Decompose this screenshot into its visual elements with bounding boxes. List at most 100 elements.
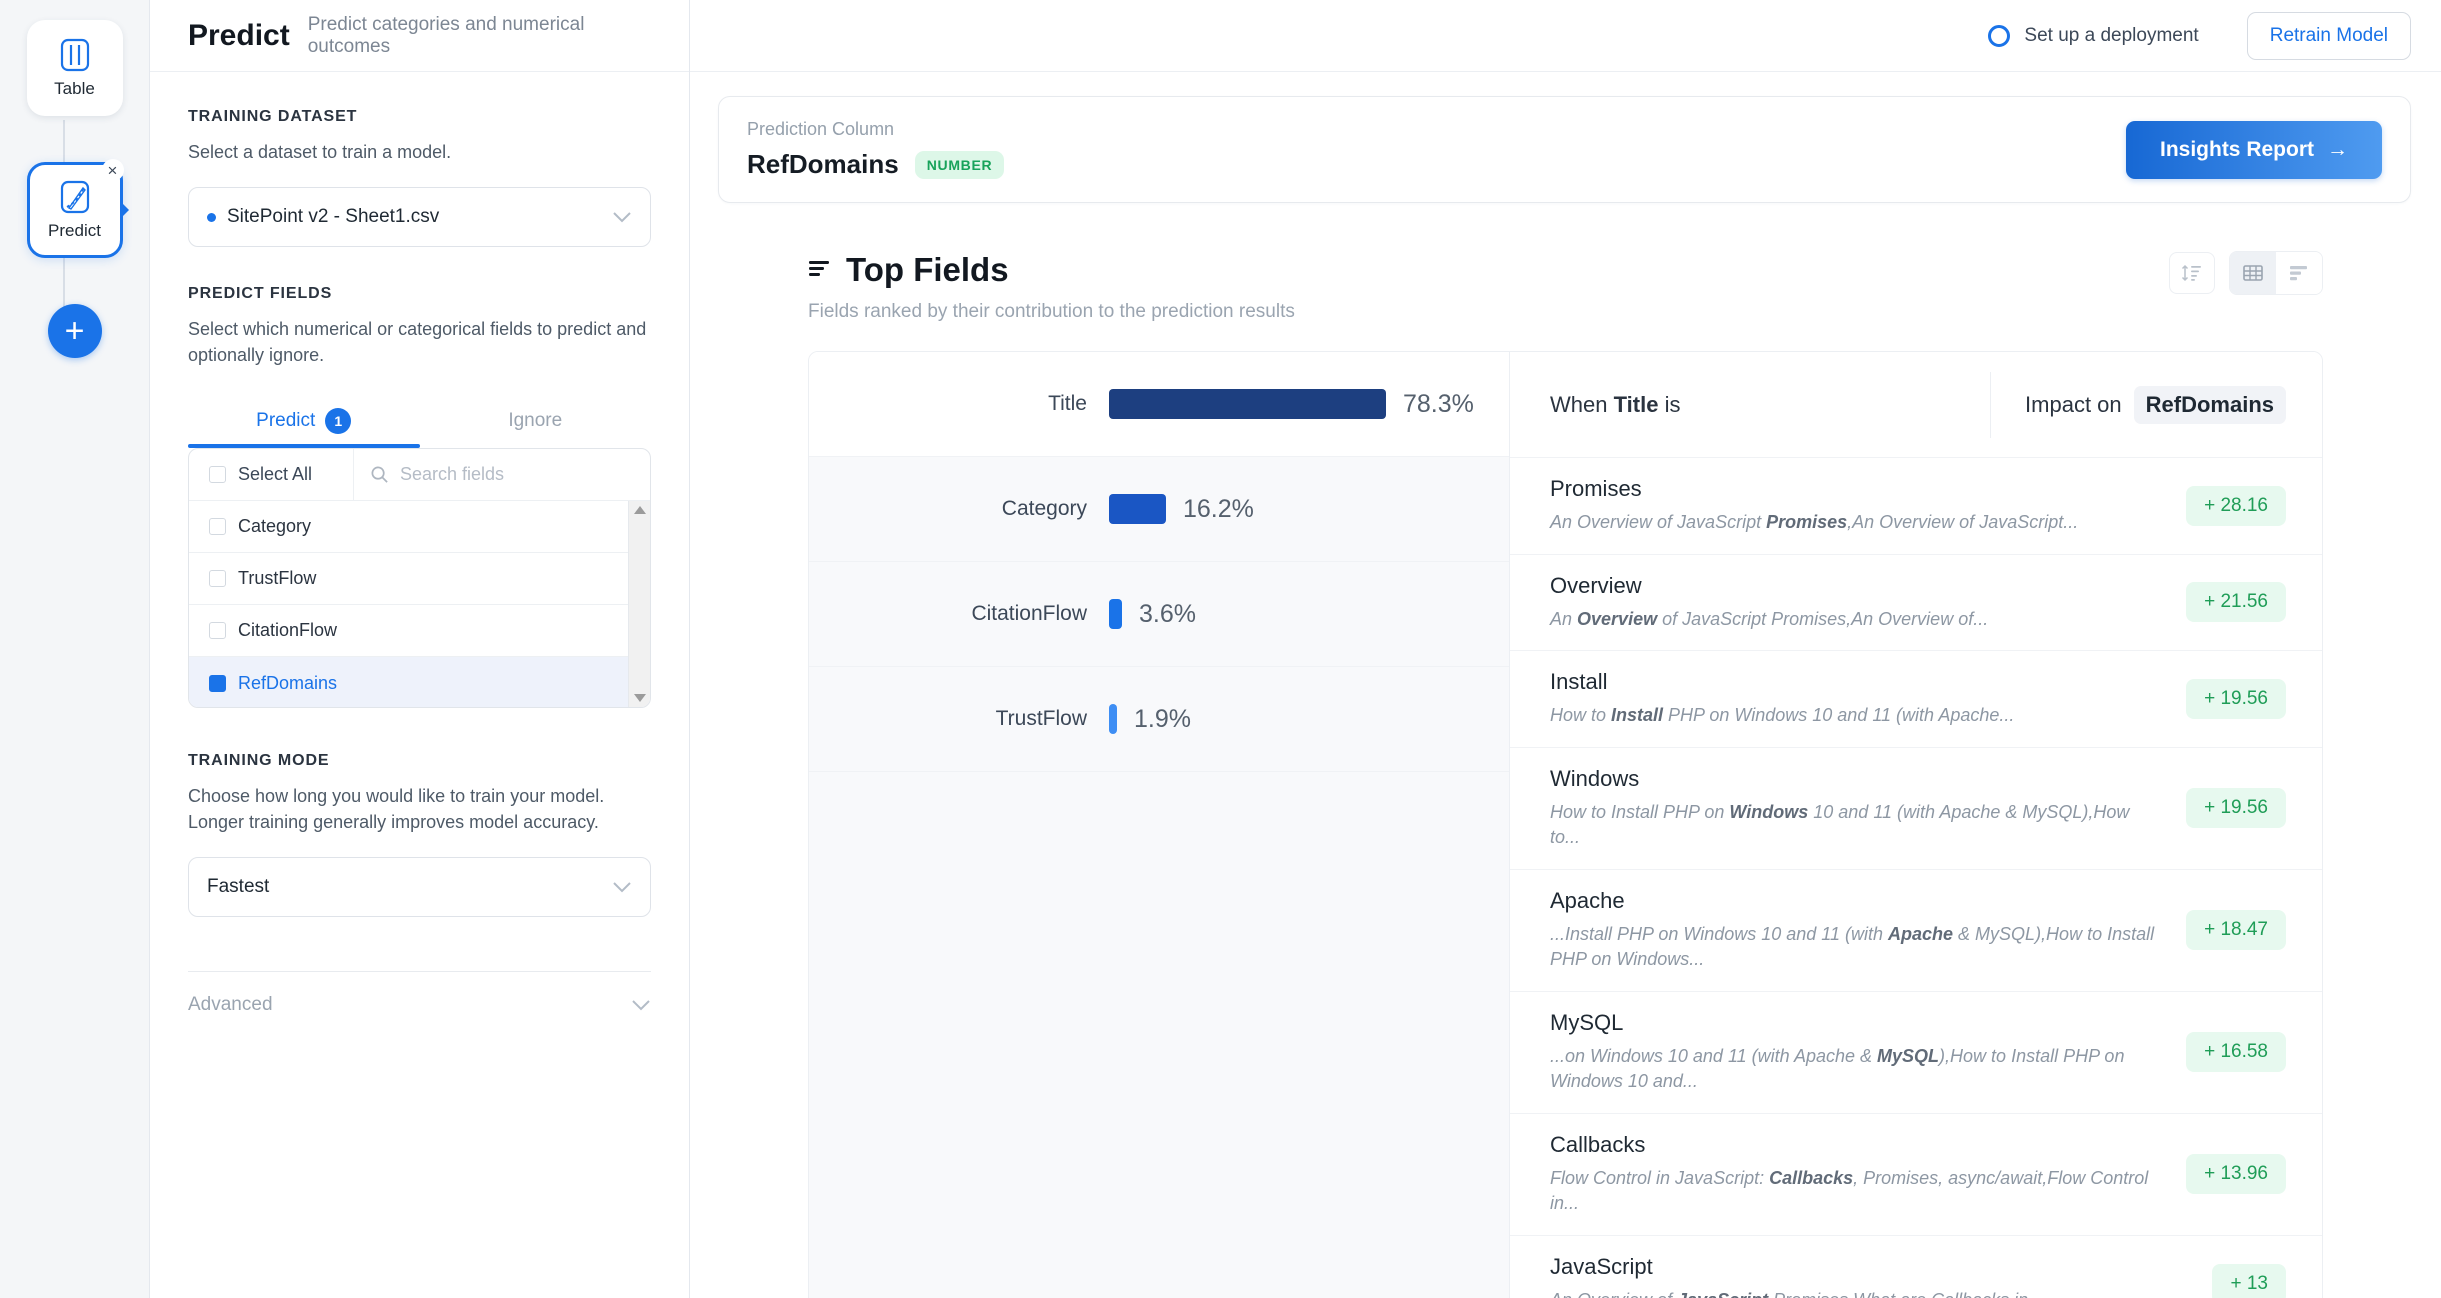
field-row-category[interactable]: Category <box>189 501 650 553</box>
bar-row[interactable]: Category 16.2% <box>809 457 1509 562</box>
scroll-down-icon[interactable] <box>634 694 646 702</box>
insight-snippet: How to Install PHP on Windows 10 and 11 … <box>1550 800 2160 851</box>
bar-label: TrustFlow <box>809 707 1109 731</box>
insight-impact: + 19.56 <box>2186 679 2286 719</box>
impact-field-chip: RefDomains <box>2134 386 2286 424</box>
insight-impact: + 19.56 <box>2186 788 2286 828</box>
prediction-column-name: RefDomains <box>747 149 899 180</box>
bar-row[interactable]: Title 78.3% <box>809 352 1509 457</box>
field-row-refdomains[interactable]: RefDomains <box>189 657 650 707</box>
when-prefix: When <box>1550 392 1607 417</box>
bar-row[interactable]: CitationFlow 3.6% <box>809 562 1509 667</box>
setup-deployment-button[interactable]: Set up a deployment <box>1988 25 2198 47</box>
fields-card-header: Select All <box>189 449 650 501</box>
fields-list-scrollbar[interactable] <box>628 501 650 707</box>
bar-label: Title <box>809 392 1109 416</box>
ranked-list-icon <box>808 259 832 281</box>
circle-icon <box>1988 25 2010 47</box>
insight-snippet: How to Install PHP on Windows 10 and 11 … <box>1550 703 2014 729</box>
training-mode-value: Fastest <box>207 876 269 898</box>
close-icon[interactable]: × <box>102 159 124 181</box>
select-all-label: Select All <box>238 464 312 485</box>
insight-term: Callbacks <box>1550 1132 2160 1158</box>
bar-track: 78.3% <box>1109 389 1485 419</box>
main-toolbar: Set up a deployment Retrain Model <box>690 0 2441 72</box>
fields-list[interactable]: Category TrustFlow CitationFlow RefDomai… <box>189 501 650 707</box>
list-item[interactable]: Callbacks Flow Control in JavaScript: Ca… <box>1510 1113 2322 1235</box>
insight-content: MySQL ...on Windows 10 and 11 (with Apac… <box>1550 1010 2160 1095</box>
insight-term: JavaScript <box>1550 1254 2043 1280</box>
list-item[interactable]: Promises An Overview of JavaScript Promi… <box>1510 457 2322 554</box>
field-label: TrustFlow <box>238 568 316 589</box>
when-field: Title <box>1614 392 1659 417</box>
scroll-up-icon[interactable] <box>634 506 646 514</box>
advanced-section-toggle[interactable]: Advanced <box>188 971 651 1016</box>
insight-content: Windows How to Install PHP on Windows 10… <box>1550 766 2160 851</box>
insight-content: JavaScript An Overview of JavaScript Pro… <box>1550 1254 2043 1298</box>
insight-content: Apache ...Install PHP on Windows 10 and … <box>1550 888 2160 973</box>
checkbox-icon <box>209 570 226 587</box>
field-row-trustflow[interactable]: TrustFlow <box>189 553 650 605</box>
sort-icon[interactable] <box>2169 252 2215 294</box>
advanced-label: Advanced <box>188 994 273 1016</box>
insight-impact: + 13 <box>2212 1264 2286 1298</box>
add-step-button[interactable]: + <box>48 304 102 358</box>
bar-fill <box>1109 704 1117 734</box>
search-fields-wrap <box>354 449 650 500</box>
insight-content: Overview An Overview of JavaScript Promi… <box>1550 573 1988 633</box>
insights-list: When Title is Impact on RefDomains <box>1509 352 2322 1298</box>
predict-fields-heading: PREDICT FIELDS <box>188 285 651 303</box>
bar-label: Category <box>809 497 1109 521</box>
bar-row[interactable]: TrustFlow 1.9% <box>809 667 1509 772</box>
retrain-model-button[interactable]: Retrain Model <box>2247 12 2411 60</box>
chevron-down-icon <box>612 881 632 893</box>
list-item[interactable]: Overview An Overview of JavaScript Promi… <box>1510 554 2322 651</box>
select-all-checkbox[interactable]: Select All <box>189 449 354 500</box>
top-fields-header: Top Fields Fields ranked by their contri… <box>808 251 2323 323</box>
rail-item-table[interactable]: Table <box>27 20 123 116</box>
list-item[interactable]: Windows How to Install PHP on Windows 10… <box>1510 747 2322 869</box>
main-content: Top Fields Fields ranked by their contri… <box>690 203 2441 1298</box>
insight-term: Apache <box>1550 888 2160 914</box>
table-icon <box>59 38 91 72</box>
tab-predict-label: Predict <box>256 410 315 432</box>
tab-ignore[interactable]: Ignore <box>420 396 652 448</box>
impact-prefix: Impact on <box>2025 392 2122 418</box>
bar-fill <box>1109 599 1122 629</box>
list-item[interactable]: JavaScript An Overview of JavaScript Pro… <box>1510 1235 2322 1298</box>
predict-fields-tabs: Predict 1 Ignore <box>188 396 651 448</box>
search-icon <box>370 465 389 484</box>
list-item[interactable]: Apache ...Install PHP on Windows 10 and … <box>1510 869 2322 991</box>
insight-snippet: An Overview of JavaScript Promises,An Ov… <box>1550 607 1988 633</box>
search-fields-input[interactable] <box>400 464 650 485</box>
rail-item-predict[interactable]: × Predict <box>27 162 123 258</box>
view-mode-group <box>2229 251 2323 295</box>
training-mode-select[interactable]: Fastest <box>188 857 651 917</box>
insights-report-button[interactable]: Insights Report → <box>2126 121 2382 179</box>
tab-predict[interactable]: Predict 1 <box>188 396 420 448</box>
status-badge: NUMBER <box>915 151 1005 179</box>
training-dataset-description: Select a dataset to train a model. <box>188 139 651 165</box>
bar-value: 16.2% <box>1183 495 1254 524</box>
insights-when-header: When Title is <box>1550 392 1680 418</box>
app-root: Table × Predict + Predict Predict catego… <box>0 0 2441 1298</box>
top-fields-title-block: Top Fields Fields ranked by their contri… <box>808 251 1295 323</box>
insight-snippet: ...on Windows 10 and 11 (with Apache & M… <box>1550 1044 2160 1095</box>
list-item[interactable]: Install How to Install PHP on Windows 10… <box>1510 650 2322 747</box>
tab-ignore-label: Ignore <box>508 410 562 432</box>
insights-report-label: Insights Report <box>2160 138 2314 162</box>
prediction-column-name-row: RefDomains NUMBER <box>747 149 1004 180</box>
training-mode-description: Choose how long you would like to train … <box>188 783 651 835</box>
arrow-right-icon: → <box>2327 138 2348 162</box>
field-label: CitationFlow <box>238 620 337 641</box>
dataset-select[interactable]: SitePoint v2 - Sheet1.csv <box>188 187 651 247</box>
table-view-icon[interactable] <box>2230 252 2276 294</box>
setup-deployment-label: Set up a deployment <box>2024 25 2198 47</box>
bar-track: 3.6% <box>1109 599 1485 629</box>
field-row-citationflow[interactable]: CitationFlow <box>189 605 650 657</box>
bar-fill <box>1109 494 1166 524</box>
bar-track: 1.9% <box>1109 704 1485 734</box>
bar-view-icon[interactable] <box>2276 252 2322 294</box>
training-dataset-heading: TRAINING DATASET <box>188 108 651 126</box>
list-item[interactable]: MySQL ...on Windows 10 and 11 (with Apac… <box>1510 991 2322 1113</box>
